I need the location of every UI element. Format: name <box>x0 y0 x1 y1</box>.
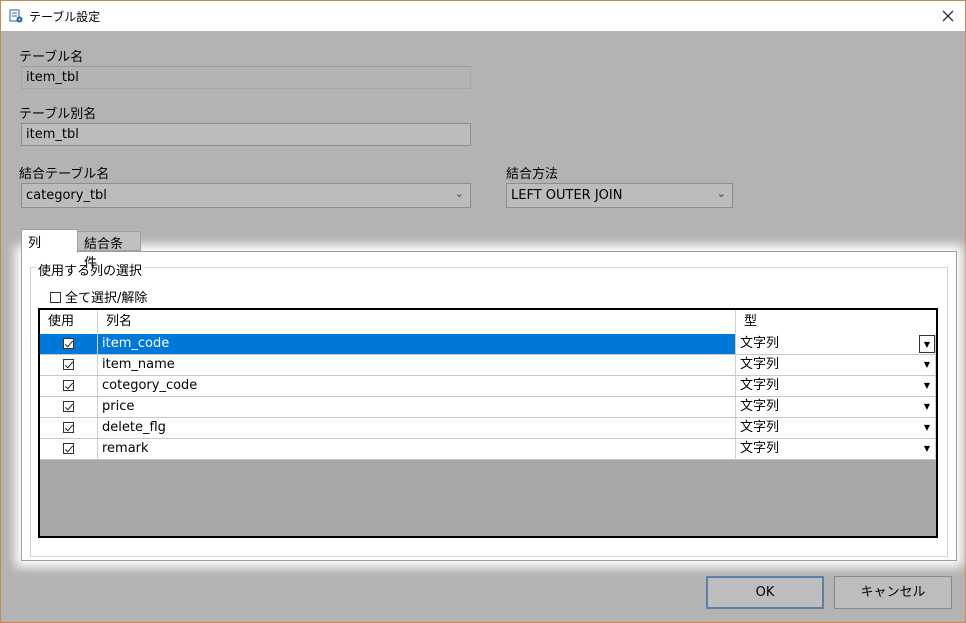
dropdown-arrow-icon[interactable]: ▼ <box>919 398 935 416</box>
header-type[interactable]: 型 <box>736 310 936 334</box>
header-column-name[interactable]: 列名 <box>98 310 736 334</box>
row-use-checkbox[interactable] <box>63 380 74 391</box>
dropdown-arrow-icon[interactable]: ▼ <box>919 356 935 374</box>
select-all-checkbox[interactable]: 全て選択/解除 <box>50 287 147 306</box>
select-all-checkbox-box[interactable] <box>50 292 61 303</box>
table-alias-label: テーブル別名 <box>19 107 97 122</box>
dropdown-arrow-icon[interactable]: ▼ <box>919 377 935 395</box>
title-bar: テーブル設定 <box>1 1 965 31</box>
table-row[interactable]: delete_flg 文字列 ▼ <box>40 418 936 439</box>
join-table-label: 結合テーブル名 <box>19 167 110 182</box>
columns-tab-panel: 使用する列の選択 全て選択/解除 使用 列名 型 item_code 文字列 ▼ … <box>21 251 957 561</box>
row-use-cell[interactable] <box>40 397 98 417</box>
join-method-value: LEFT OUTER JOIN <box>511 188 623 203</box>
row-type-value: 文字列 <box>740 336 780 351</box>
row-use-cell[interactable] <box>40 439 98 459</box>
row-type-select[interactable]: 文字列 ▼ <box>736 334 936 354</box>
row-type-select[interactable]: 文字列 ▼ <box>736 397 936 417</box>
table-name-field: item_tbl <box>21 66 471 89</box>
row-use-checkbox[interactable] <box>63 422 74 433</box>
table-row[interactable]: price 文字列 ▼ <box>40 397 936 418</box>
row-column-name[interactable]: item_name <box>98 355 736 375</box>
row-column-name[interactable]: remark <box>98 439 736 459</box>
row-use-cell[interactable] <box>40 355 98 375</box>
dropdown-arrow-icon[interactable]: ▼ <box>919 335 935 353</box>
join-table-select[interactable]: category_tbl ⌄ <box>21 183 471 208</box>
join-method-select[interactable]: LEFT OUTER JOIN ⌄ <box>506 183 733 208</box>
row-type-value: 文字列 <box>740 441 780 456</box>
close-icon <box>942 10 954 22</box>
row-type-select[interactable]: 文字列 ▼ <box>736 418 936 438</box>
row-use-checkbox[interactable] <box>63 401 74 412</box>
dropdown-arrow-icon[interactable]: ▼ <box>919 440 935 458</box>
row-use-cell[interactable] <box>40 376 98 396</box>
select-all-label: 全て選択/解除 <box>65 291 148 306</box>
table-row[interactable]: item_name 文字列 ▼ <box>40 355 936 376</box>
table-row[interactable]: cotegory_code 文字列 ▼ <box>40 376 936 397</box>
row-use-cell[interactable] <box>40 334 98 354</box>
row-type-select[interactable]: 文字列 ▼ <box>736 439 936 459</box>
row-type-value: 文字列 <box>740 399 780 414</box>
row-use-cell[interactable] <box>40 418 98 438</box>
join-method-label: 結合方法 <box>506 167 559 182</box>
row-use-checkbox[interactable] <box>63 359 74 370</box>
row-column-name[interactable]: price <box>98 397 736 417</box>
grid-header: 使用 列名 型 <box>40 310 936 335</box>
table-settings-icon <box>9 9 23 23</box>
row-type-value: 文字列 <box>740 420 780 435</box>
row-use-checkbox[interactable] <box>63 443 74 454</box>
table-row[interactable]: item_code 文字列 ▼ <box>40 334 936 355</box>
row-type-select[interactable]: 文字列 ▼ <box>736 376 936 396</box>
table-row[interactable]: remark 文字列 ▼ <box>40 439 936 460</box>
dropdown-arrow-icon[interactable]: ▼ <box>919 419 935 437</box>
row-type-value: 文字列 <box>740 378 780 393</box>
tab-join-conditions[interactable]: 結合条件 <box>78 231 141 271</box>
table-name-label: テーブル名 <box>19 50 84 65</box>
row-type-value: 文字列 <box>740 357 780 372</box>
row-use-checkbox[interactable] <box>63 338 74 349</box>
columns-grid: 使用 列名 型 item_code 文字列 ▼ item_name 文字列 ▼ co… <box>38 308 938 538</box>
row-column-name[interactable]: delete_flg <box>98 418 736 438</box>
tab-columns[interactable]: 列 <box>21 229 78 253</box>
window-title: テーブル設定 <box>29 10 101 24</box>
cancel-button[interactable]: キャンセル <box>834 576 952 609</box>
header-use[interactable]: 使用 <box>40 310 98 334</box>
chevron-down-icon: ⌄ <box>454 187 464 200</box>
row-type-select[interactable]: 文字列 ▼ <box>736 355 936 375</box>
table-alias-input[interactable]: item_tbl <box>21 123 471 146</box>
ok-button[interactable]: OK <box>706 576 824 609</box>
join-table-value: category_tbl <box>26 188 107 203</box>
close-button[interactable] <box>935 3 961 29</box>
table-settings-dialog: テーブル設定 テーブル名 item_tbl テーブル別名 item_tbl 結合… <box>0 0 966 623</box>
chevron-down-icon: ⌄ <box>716 187 726 200</box>
row-column-name[interactable]: item_code <box>98 334 736 354</box>
row-column-name[interactable]: cotegory_code <box>98 376 736 396</box>
